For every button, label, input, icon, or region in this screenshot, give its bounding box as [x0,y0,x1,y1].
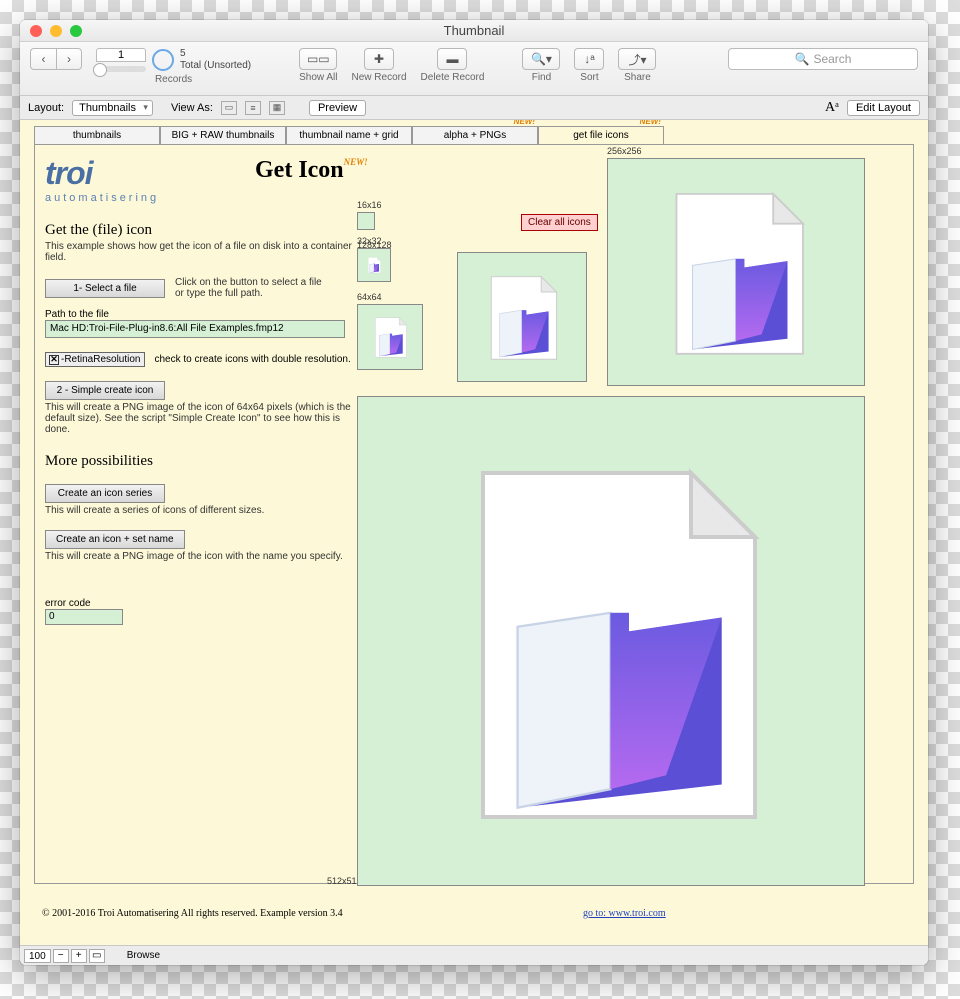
layout-label: Layout: [28,102,64,114]
prev-record-button[interactable]: ‹ [30,48,56,70]
new-badge: NEW! [344,157,368,167]
zoom-level[interactable]: 100 [24,949,51,963]
view-list-icon[interactable]: ≡ [245,101,261,115]
tab-body: troi automatisering Get IconNEW! Get the… [34,144,914,884]
formatting-icon[interactable]: Aᵃ [825,100,839,116]
status-toggle-button[interactable]: ▭ [89,949,105,963]
view-table-icon[interactable]: ▦ [269,101,285,115]
record-total: 5 [180,48,251,60]
retina-desc: check to create icons with double resolu… [155,354,351,365]
icon-256 [607,158,865,386]
footer: © 2001-2016 Troi Automatisering All righ… [34,908,914,919]
icon-16 [357,212,375,230]
titlebar: Thumbnail [20,20,928,42]
tab-get-file-icons[interactable]: NEW!get file icons [538,126,664,144]
setname-desc: This will create a PNG image of the icon… [45,551,355,562]
zoom-out-button[interactable]: − [53,949,69,963]
file-icon [474,269,570,365]
icon-32 [357,248,391,282]
next-record-button[interactable]: › [56,48,82,70]
mode-label: Browse [127,950,160,961]
tab-big-raw[interactable]: BIG + RAW thumbnails [160,126,286,144]
layout-select[interactable]: Thumbnails [72,100,153,116]
content: thumbnails BIG + RAW thumbnails thumbnai… [20,120,928,945]
tab-name-grid[interactable]: thumbnail name + grid [286,126,412,144]
record-number[interactable]: 1 [96,48,146,62]
view-form-icon[interactable]: ▭ [221,101,237,115]
view-as-label: View As: [171,102,213,114]
window-title: Thumbnail [20,23,928,38]
size-64-label: 64x64 [357,292,382,302]
nav-group: ‹ › [30,48,82,70]
new-record-button[interactable]: ✚ [364,48,394,70]
error-code-field[interactable]: 0 [45,609,123,625]
file-icon [411,441,811,841]
records-label: Records [155,74,192,85]
series-desc: This will create a series of icons of di… [45,505,355,516]
create-series-button[interactable]: Create an icon series [45,484,165,503]
select-file-desc: Click on the button to select a file or … [175,277,325,299]
record-slider[interactable] [96,66,146,72]
search-icon: 🔍 [795,52,810,66]
page-title: Get IconNEW! [255,157,368,184]
tab-label: get file icons [573,130,629,141]
checkbox-icon: ✕ [49,355,59,365]
select-file-button[interactable]: 1- Select a file [45,279,165,298]
icon-512 [357,396,865,886]
tab-label: BIG + RAW thumbnails [172,130,275,141]
layout-bar: Layout: Thumbnails View As: ▭ ≡ ▦ Previe… [20,96,928,120]
file-icon [365,256,383,274]
simple-desc: This will create a PNG image of the icon… [45,402,355,435]
icon-128 [457,252,587,382]
tab-label: thumbnail name + grid [299,130,398,141]
footer-link[interactable]: go to: www.troi.com [583,908,666,919]
search-placeholder: Search [813,52,851,66]
share-label: Share [624,72,651,83]
simple-create-button[interactable]: 2 - Simple create icon [45,381,165,400]
tab-label: thumbnails [73,130,121,141]
clear-all-button[interactable]: Clear all icons [521,214,598,231]
preview-button[interactable]: Preview [309,100,366,116]
show-all-label: Show All [299,72,337,83]
record-info: 5 Total (Unsorted) [180,48,251,72]
search-group: 🔍 Search [670,48,918,70]
search-input[interactable]: 🔍 Search [728,48,918,70]
file-icon [643,179,829,365]
tabs: thumbnails BIG + RAW thumbnails thumbnai… [34,126,928,144]
size-128-label: 128x128 [357,240,392,250]
tab-thumbnails[interactable]: thumbnails [34,126,160,144]
create-setname-button[interactable]: Create an icon + set name [45,530,185,549]
preview-area: 16x16 32x32 64x64 128x128 256x256 [357,200,877,890]
size-256-label: 256x256 [607,146,642,156]
section-desc: This example shows how get the icon of a… [45,241,355,263]
sort-button[interactable]: ↓ᵃ [574,48,604,70]
path-input[interactable]: Mac HD:Troi-File-Plug-in8.6:All File Exa… [45,320,345,338]
tab-alpha-png[interactable]: NEW!alpha + PNGs [412,126,538,144]
icon-64 [357,304,423,370]
new-record-label: New Record [352,72,407,83]
show-all-button[interactable]: ▭▭ [299,48,337,70]
app-window: Thumbnail ‹ › 1 5 Total (Unsorted) Recor… [20,20,928,965]
retina-label: -RetinaResolution [61,354,141,365]
status-bar: 100 − + ▭ Browse [20,945,928,965]
sort-label: Sort [580,72,598,83]
zoom-in-button[interactable]: + [71,949,87,963]
file-icon [367,314,413,360]
find-button[interactable]: 🔍▾ [522,48,560,70]
page-title-text: Get Icon [255,157,344,183]
tab-label: alpha + PNGs [444,130,507,141]
retina-checkbox[interactable]: ✕ -RetinaResolution [45,352,145,367]
record-sort-state: Total (Unsorted) [180,60,251,72]
records-group: 1 5 Total (Unsorted) Records [96,48,251,85]
edit-layout-button[interactable]: Edit Layout [847,100,920,116]
share-button[interactable]: ⤴▾ [618,48,656,70]
delete-record-button[interactable]: ▬ [437,48,467,70]
find-label: Find [532,72,551,83]
delete-record-label: Delete Record [421,72,485,83]
pie-icon [152,49,174,71]
toolbar: ‹ › 1 5 Total (Unsorted) Records ▭▭ Show … [20,42,928,96]
copyright: © 2001-2016 Troi Automatisering All righ… [42,908,343,919]
size-16-label: 16x16 [357,200,382,210]
